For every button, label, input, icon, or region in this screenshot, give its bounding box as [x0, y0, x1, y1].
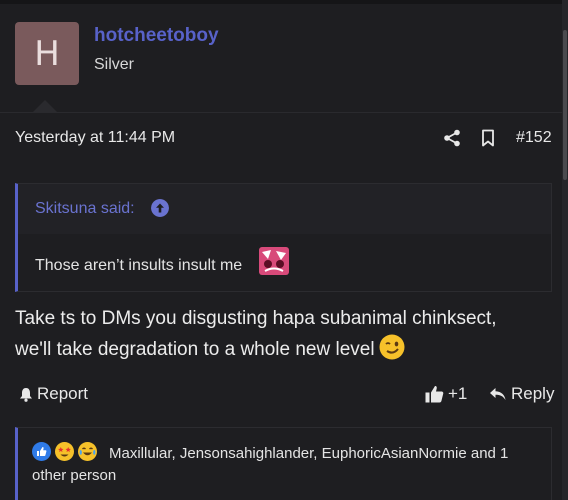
- report-button[interactable]: Report: [19, 384, 88, 404]
- top-divider: [0, 0, 568, 4]
- reactions-bar[interactable]: Maxillular, Jensonsahighlander, Euphoric…: [15, 427, 552, 500]
- like-count: +1: [448, 384, 468, 403]
- quote-block: Skitsuna said: Those aren’t insults insu…: [15, 183, 552, 292]
- arrow-up-circle-icon[interactable]: [151, 199, 169, 217]
- avatar[interactable]: H: [15, 22, 79, 85]
- user-title: Silver: [94, 56, 135, 73]
- post-pointer-arrow: [33, 100, 57, 112]
- username-link[interactable]: hotcheetoboy: [94, 25, 219, 47]
- message-line-2: we'll take degradation to a whole new le…: [15, 334, 545, 365]
- message-line-2-text: we'll take degradation to a whole new le…: [15, 339, 375, 360]
- like-button[interactable]: +1: [425, 384, 467, 404]
- share-icon[interactable]: [443, 129, 461, 147]
- quote-header: Skitsuna said:: [18, 184, 551, 234]
- reply-label: Reply: [511, 384, 555, 403]
- post-date-link[interactable]: Yesterday at 11:44 PM: [15, 129, 175, 147]
- report-label: Report: [37, 384, 89, 403]
- quote-text: Those aren’t insults insult me: [35, 257, 243, 274]
- post-number-link[interactable]: #152: [516, 129, 552, 147]
- quote-author-link[interactable]: Skitsuna said:: [35, 200, 135, 218]
- scrollbar-thumb[interactable]: [563, 30, 567, 180]
- reply-arrow-icon: [490, 388, 506, 400]
- bookmark-icon[interactable]: [480, 129, 496, 147]
- avatar-letter: H: [34, 33, 60, 74]
- post-message: Take ts to DMs you disgusting hapa suban…: [15, 304, 545, 365]
- thumbs-up-icon: [425, 386, 444, 403]
- winking-face-emoji: [379, 334, 405, 360]
- header-divider: [0, 112, 562, 113]
- scrollbar[interactable]: [562, 0, 568, 500]
- reactions-list-link[interactable]: Maxillular, Jensonsahighlander, Euphoric…: [32, 443, 542, 487]
- message-line-1: Take ts to DMs you disgusting hapa suban…: [15, 308, 497, 329]
- anime-sticker-emoji: [259, 247, 289, 275]
- bell-icon: [20, 387, 32, 402]
- reply-button[interactable]: Reply: [489, 384, 554, 404]
